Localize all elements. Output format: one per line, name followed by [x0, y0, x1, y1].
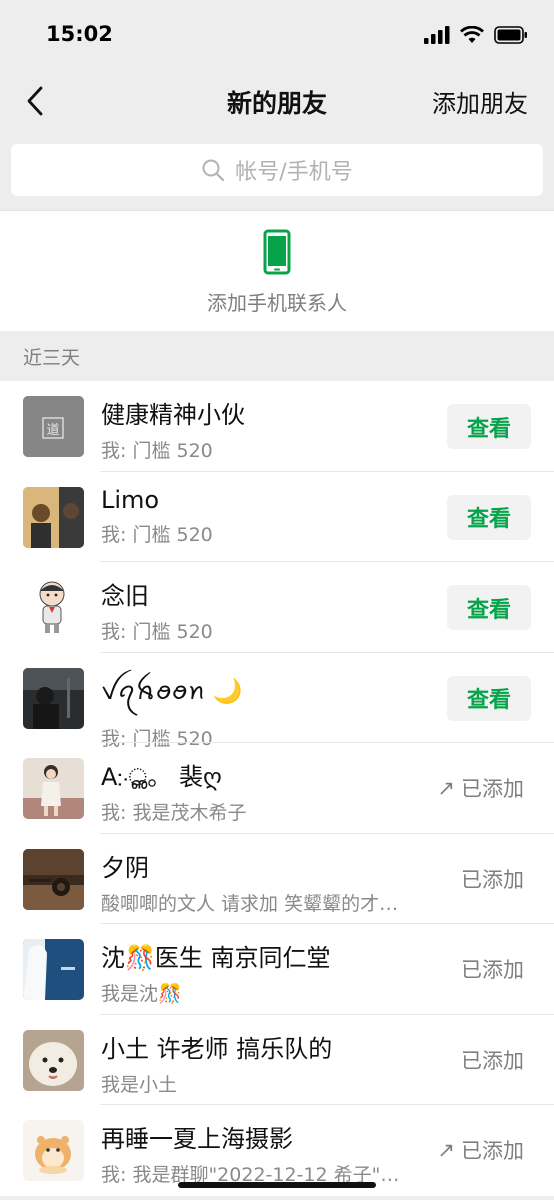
avatar-dog	[23, 1029, 84, 1091]
search-input[interactable]: 帐号/手机号	[11, 144, 543, 196]
avatar[interactable]	[23, 848, 84, 910]
request-name: 小土 许老师 搞乐队的	[101, 1034, 333, 1063]
request-name: 健康精神小伙	[101, 401, 245, 429]
added-status: ↗ 已添加	[437, 1135, 524, 1165]
avatar[interactable]	[23, 1029, 84, 1091]
view-button[interactable]: 查看	[447, 494, 531, 540]
added-status: 已添加	[461, 864, 524, 894]
avatar[interactable]	[23, 577, 84, 638]
avatar-hamster	[23, 1120, 84, 1181]
added-status: 已添加	[461, 954, 524, 984]
view-button[interactable]: 查看	[447, 675, 531, 721]
signal-icon	[424, 26, 450, 44]
request-name: A჻ൢ。 裴ღ	[101, 763, 222, 791]
request-name: 沈🎊医生 南京同仁堂	[101, 944, 331, 972]
avatar-dark-photo	[23, 667, 84, 729]
nav-bar: 新的朋友 添加朋友	[0, 70, 554, 132]
search-bar: 帐号/手机号	[0, 132, 554, 210]
view-button[interactable]: 查看	[447, 585, 531, 630]
list-item[interactable]: 夕阴 酸唧唧的文人 请求加 笑颦颦的才… 已添加	[0, 834, 554, 924]
request-message: 我: 门槛 520	[101, 440, 213, 462]
status-icons	[424, 26, 528, 44]
wifi-icon	[460, 26, 484, 43]
add-friend-button[interactable]: 添加朋友	[432, 84, 528, 119]
avatar[interactable]	[23, 667, 84, 729]
home-indicator[interactable]	[178, 1182, 376, 1188]
avatar-girl-photo	[23, 758, 84, 819]
avatar-cartoon-child	[23, 577, 84, 638]
phone-icon	[263, 229, 291, 275]
request-name: 夕阴	[101, 853, 149, 882]
battery-icon	[494, 26, 527, 44]
list-item[interactable]: 小土 许老师 搞乐队的 我是小土 已添加	[0, 1015, 554, 1105]
added-label: 已添加	[461, 1139, 524, 1163]
avatar-blue-photo	[23, 939, 84, 1000]
search-icon	[202, 159, 225, 182]
list-item[interactable]: 念旧 我: 门槛 520 查看	[0, 562, 554, 653]
avatar-sepia-photo	[23, 848, 84, 910]
request-message: 我是小土	[101, 1073, 178, 1096]
avatar-photo	[23, 486, 84, 548]
friend-request-list: 道 健康精神小伙 我: 门槛 520 查看 Limo 我: 门槛 520 查看	[0, 381, 554, 1196]
list-item[interactable]: Limo 我: 门槛 520 查看	[0, 472, 554, 562]
status-bar: 15:02	[0, 0, 554, 70]
added-label: 已添加	[461, 777, 524, 801]
view-button[interactable]: 查看	[447, 404, 531, 449]
request-name: ꪜꪖꫝꪮꪮꪀ 🌙	[101, 676, 243, 705]
section-header: 近三天	[23, 346, 81, 369]
avatar[interactable]	[23, 758, 84, 819]
added-label: 已添加	[461, 958, 524, 982]
avatar[interactable]	[23, 486, 84, 548]
request-message: 我是沈🎊	[101, 983, 182, 1005]
arrow-up-right-icon: ↗	[437, 1138, 455, 1162]
avatar[interactable]: 道	[23, 396, 84, 457]
list-item[interactable]: ꪜꪖꫝꪮꪮꪀ 🌙 我: 门槛 520 查看	[0, 653, 554, 750]
added-label: 已添加	[461, 867, 524, 892]
list-item[interactable]: 道 健康精神小伙 我: 门槛 520 查看	[0, 381, 554, 472]
avatar-stamp: 道	[23, 396, 84, 457]
list-item[interactable]: 沈🎊医生 南京同仁堂 我是沈🎊 已添加	[0, 924, 554, 1015]
request-message: 我: 门槛 520	[101, 621, 213, 643]
request-message: 我: 我是茂木希子	[101, 802, 247, 824]
add-contacts-label: 添加手机联系人	[207, 291, 347, 315]
add-phone-contacts[interactable]: 添加手机联系人	[0, 210, 554, 331]
svg-text:道: 道	[46, 423, 59, 438]
request-name: 念旧	[101, 582, 149, 610]
search-placeholder: 帐号/手机号	[235, 160, 353, 185]
request-message: 酸唧唧的文人 请求加 笑颦颦的才…	[101, 892, 399, 915]
avatar[interactable]	[23, 939, 84, 1000]
added-status: ↗ 已添加	[437, 773, 524, 803]
request-name: 再睡一夏上海摄影	[101, 1125, 293, 1153]
request-name: Limo	[101, 485, 160, 514]
request-message: 我: 门槛 520	[101, 523, 213, 546]
avatar[interactable]	[23, 1120, 84, 1181]
status-time: 15:02	[46, 22, 113, 46]
arrow-up-right-icon: ↗	[437, 776, 455, 800]
added-status: 已添加	[461, 1045, 524, 1075]
added-label: 已添加	[461, 1048, 524, 1073]
list-item[interactable]: A჻ൢ。 裴ღ 我: 我是茂木希子 ↗ 已添加	[0, 743, 554, 834]
